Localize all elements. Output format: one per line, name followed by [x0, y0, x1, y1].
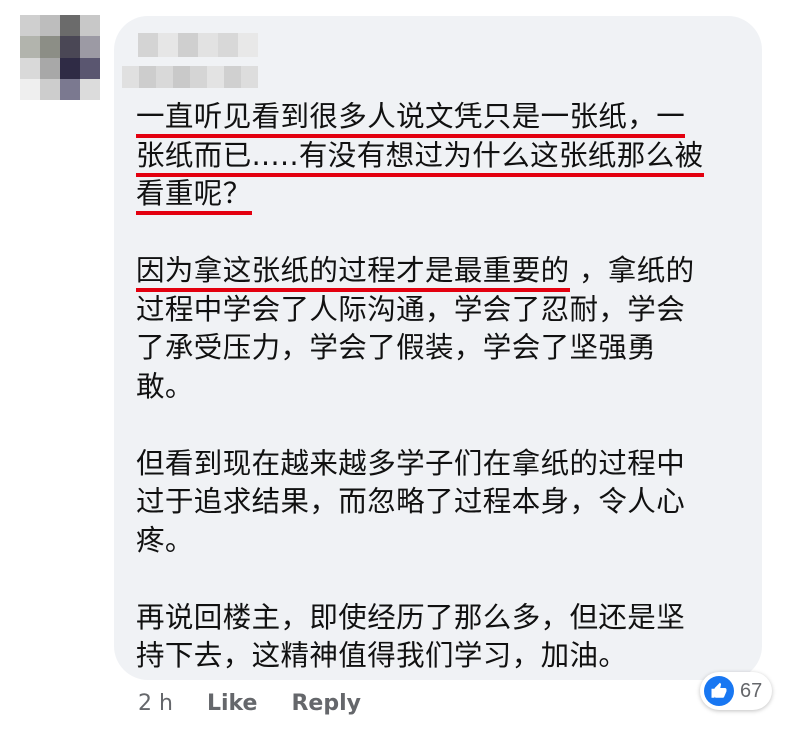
comment-text: 一直听见看到很多人说文凭只是一张纸，一 张纸而已.....有没有想过为什么这张纸… — [136, 98, 748, 676]
comment-line: 疼。 — [136, 523, 194, 557]
comment-line: 再说回楼主，即使经历了那么多，但还是坚 — [136, 600, 686, 634]
author-name-blurred[interactable] — [138, 33, 258, 57]
like-button[interactable]: Like — [207, 691, 258, 716]
timestamp[interactable]: 2 h — [138, 691, 173, 716]
comment-meta: 2 h Like Reply — [138, 688, 395, 718]
comment-line: 一直听见看到很多人说文凭只是一张纸，一 — [136, 100, 686, 138]
comment-line: 持下去，这精神值得我们学习，加油。 — [136, 639, 628, 672]
comment-line: 因为拿这张纸的过程才是最重要的 — [136, 254, 570, 292]
reaction-summary[interactable]: 67 — [700, 672, 773, 710]
reaction-count: 67 — [740, 679, 763, 702]
comment-line: 但看到现在越来越多学子们在拿纸的过程中 — [136, 446, 686, 480]
reply-button[interactable]: Reply — [291, 691, 361, 716]
comment-paragraph: 因为拿这张纸的过程才是最重要的 ，拿纸的 过程中学会了人际沟通，学会了忍耐，学会… — [136, 252, 748, 406]
comment-paragraph: 再说回楼主，即使经历了那么多，但还是坚 持下去，这精神值得我们学习，加油。 — [136, 599, 748, 676]
comment-line: 看重呢？ — [136, 177, 252, 215]
comment-paragraph: 但看到现在越来越多学子们在拿纸的过程中 过于追求结果，而忽略了过程本身，令人心 … — [136, 445, 748, 561]
comment-paragraph: 一直听见看到很多人说文凭只是一张纸，一 张纸而已.....有没有想过为什么这张纸… — [136, 98, 748, 215]
thumbs-up-icon — [704, 676, 734, 706]
author-subtitle-blurred — [122, 66, 258, 88]
comment-page: 一直听见看到很多人说文凭只是一张纸，一 张纸而已.....有没有想过为什么这张纸… — [0, 0, 800, 729]
comment-line: 敢。 — [136, 369, 194, 403]
comment-line: 过于追求结果，而忽略了过程本身，令人心 — [136, 485, 686, 518]
comment-line: 过程中学会了人际沟通，学会了忍耐，学会 — [136, 292, 686, 326]
avatar[interactable] — [20, 15, 100, 100]
comment-line: ，拿纸的 — [569, 254, 695, 287]
comment-line: 张纸而已.....有没有想过为什么这张纸那么被 — [136, 138, 704, 177]
comment-line: 了承受压力，学会了假装，学会了坚强勇 — [136, 331, 657, 364]
